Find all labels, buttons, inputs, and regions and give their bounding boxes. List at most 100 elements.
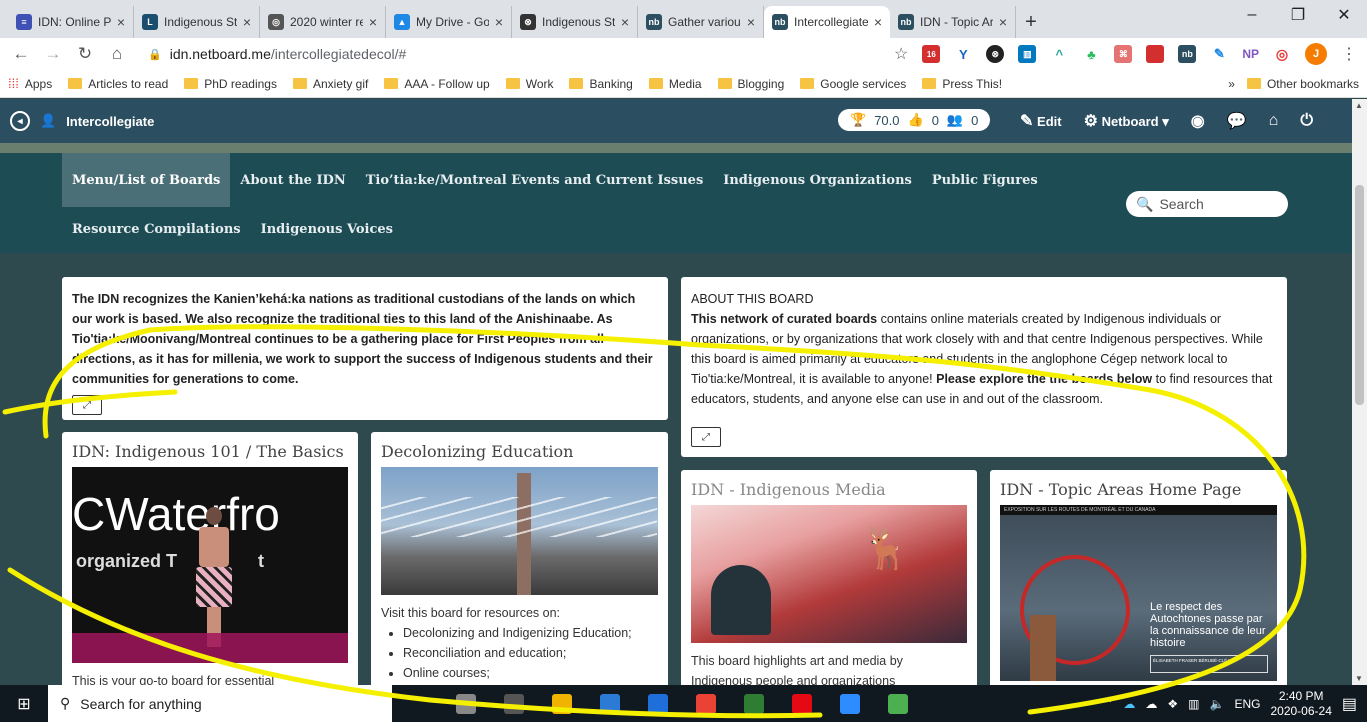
page-scrollbar[interactable]: ▲ ▼ (1352, 99, 1367, 685)
menu-item[interactable]: Tio’tia:ke/Montreal Events and Current I… (356, 153, 714, 207)
taskbar-clock[interactable]: 2:40 PM 2020-06-24 (1270, 689, 1331, 719)
menu-item[interactable]: Menu/List of Boards (62, 153, 231, 207)
taskbar-app-icon[interactable] (682, 685, 730, 722)
pen-icon[interactable]: ✎ (1210, 45, 1229, 63)
tab-close-icon[interactable]: × (495, 14, 503, 30)
expand-icon[interactable]: ⤢ (72, 395, 102, 415)
taskbar-app-icon[interactable] (874, 685, 922, 722)
home-nav-icon[interactable]: ⌂ (1269, 112, 1279, 130)
close-window-icon[interactable]: ✕ (1321, 0, 1367, 30)
bookmark-item[interactable]: Anxiety gif (292, 77, 368, 91)
board-title-topic-areas[interactable]: IDN - Topic Areas Home Page (990, 470, 1287, 505)
taskbar-app-icon[interactable] (442, 685, 490, 722)
tab-close-icon[interactable]: × (243, 14, 251, 30)
browser-tab[interactable]: nb IDN - Topic Ar × (890, 6, 1016, 38)
apps-bookmark[interactable]: ⁞⁞⁞ Apps (8, 76, 52, 91)
menu-item[interactable]: About the IDN (230, 153, 355, 207)
bookmark-item[interactable]: AAA - Follow up (384, 77, 490, 91)
netboard-ext-icon[interactable]: nb (1178, 45, 1197, 63)
edit-button[interactable]: ✎ Edit (1020, 111, 1062, 131)
bookmark-item[interactable]: Work (505, 77, 553, 91)
bookmark-item[interactable]: Press This! (922, 77, 1002, 91)
restore-icon[interactable]: ❐ (1275, 0, 1321, 30)
account-icon[interactable]: ◉ (1191, 111, 1205, 131)
tab-close-icon[interactable]: × (874, 14, 882, 30)
notifications-icon[interactable]: ▤ (1342, 694, 1357, 714)
forward-icon[interactable]: → (42, 44, 64, 64)
board-thumbnail-decolonizing[interactable] (381, 467, 658, 595)
dropbox-icon[interactable]: ❖ (1167, 697, 1178, 711)
other-bookmarks[interactable]: Other bookmarks (1246, 77, 1359, 91)
scroll-thumb[interactable] (1355, 185, 1364, 405)
np-extension[interactable]: NP (1242, 47, 1259, 61)
reload-icon[interactable]: ↻ (74, 44, 96, 64)
extension-spiral-icon[interactable]: ◎ (1273, 45, 1291, 63)
language-indicator[interactable]: ENG (1234, 697, 1260, 711)
scroll-down-icon[interactable]: ▼ (1355, 674, 1363, 683)
browser-tab[interactable]: ▲ My Drive - Go × (386, 6, 512, 38)
minimize-icon[interactable]: – (1229, 0, 1275, 30)
board-title-media[interactable]: IDN - Indigenous Media (681, 470, 977, 505)
menu-kebab-icon[interactable]: ⋮ (1341, 44, 1357, 64)
board-title[interactable]: Intercollegiate (66, 114, 154, 129)
back-circle-icon[interactable]: ◂ (10, 111, 30, 131)
tab-close-icon[interactable]: × (621, 14, 629, 30)
evernote-icon[interactable]: ♣ (1082, 45, 1101, 63)
browser-tab[interactable]: nb Intercollegiate × (764, 6, 890, 38)
tab-close-icon[interactable]: × (117, 14, 125, 30)
browser-tab[interactable]: L Indigenous Stu × (134, 6, 260, 38)
address-bar[interactable]: 🔒 idn.netboard.me/intercollegiatedecol/# (138, 40, 878, 68)
profile-avatar[interactable]: J (1305, 43, 1327, 65)
trello-icon[interactable]: ▥ (1018, 45, 1037, 63)
browser-tab[interactable]: ≡ IDN: Online Pr × (8, 6, 134, 38)
power-icon[interactable]: ⏻ (1300, 112, 1313, 130)
taskbar-app-icon[interactable] (586, 685, 634, 722)
taskbar-search[interactable]: ⚲ Search for anything (48, 685, 392, 722)
taskbar-app-icon[interactable] (634, 685, 682, 722)
star-icon[interactable]: ☆ (894, 44, 908, 64)
taskbar-app-icon[interactable] (826, 685, 874, 722)
expand-icon[interactable]: ⤢ (691, 427, 721, 447)
browser-tab[interactable]: nb Gather various × (638, 6, 764, 38)
tab-close-icon[interactable]: × (369, 14, 377, 30)
board-thumbnail-idn101[interactable]: CWaterfro organized T t (72, 467, 348, 663)
home-icon[interactable]: ⌂ (106, 44, 128, 64)
bookmark-item[interactable]: Blogging (717, 77, 784, 91)
board-title-decolonizing[interactable]: Decolonizing Education (371, 432, 668, 467)
bookmark-item[interactable]: Google services (800, 77, 906, 91)
board-card-topic-areas[interactable]: IDN - Topic Areas Home Page EXPOSITION S… (990, 470, 1287, 692)
board-thumbnail-topic-areas[interactable]: EXPOSITION SUR LES ROUTES DE MONTRÉAL ET… (1000, 505, 1277, 681)
bookmarks-overflow-icon[interactable]: » (1228, 77, 1235, 91)
taskbar-app-icon[interactable] (490, 685, 538, 722)
network-icon[interactable]: ▥ (1188, 697, 1199, 711)
bookmark-item[interactable]: Banking (569, 77, 633, 91)
menu-item[interactable]: Indigenous Voices (251, 207, 403, 251)
board-card-idn101[interactable]: IDN: Indigenous 101 / The Basics CWaterf… (62, 432, 358, 692)
board-title-idn101[interactable]: IDN: Indigenous 101 / The Basics (62, 432, 358, 467)
tray-overflow-icon[interactable]: ⌃ (1103, 697, 1113, 711)
netboard-menu[interactable]: ⚙ Netboard ▾ (1084, 111, 1169, 131)
tab-close-icon[interactable]: × (999, 14, 1007, 30)
search-input[interactable]: 🔍 Search (1126, 191, 1288, 217)
extension-red-icon[interactable] (1146, 45, 1165, 63)
bookmark-item[interactable]: PhD readings (184, 77, 277, 91)
board-card-media[interactable]: IDN - Indigenous Media 🦌 This board high… (681, 470, 977, 692)
volume-icon[interactable]: 🔈 (1210, 697, 1225, 711)
thumbs-up-icon[interactable]: 👍 (908, 112, 924, 128)
cloud-icon[interactable]: ☁ (1145, 697, 1157, 711)
tab-close-icon[interactable]: × (747, 14, 755, 30)
menu-item[interactable]: Public Figures (922, 153, 1048, 207)
windows-start-icon[interactable]: ⊞ (0, 685, 48, 722)
onedrive-icon[interactable]: ☁ (1123, 697, 1135, 711)
new-tab-button[interactable]: + (1016, 6, 1046, 38)
taskbar-app-icon[interactable] (538, 685, 586, 722)
followers-icon[interactable]: 👥 (947, 112, 963, 128)
taskbar-app-icon[interactable] (778, 685, 826, 722)
menu-item[interactable]: Resource Compilations (62, 207, 251, 251)
extension-circle-icon[interactable]: ⊗ (986, 45, 1005, 63)
pdf-icon[interactable]: ⌘ (1114, 45, 1133, 63)
bookmark-item[interactable]: Media (648, 77, 702, 91)
taskbar-app-icon[interactable] (730, 685, 778, 722)
bookmark-item[interactable]: Articles to read (68, 77, 168, 91)
board-card-decolonizing[interactable]: Decolonizing Education Visit this board … (371, 432, 668, 692)
